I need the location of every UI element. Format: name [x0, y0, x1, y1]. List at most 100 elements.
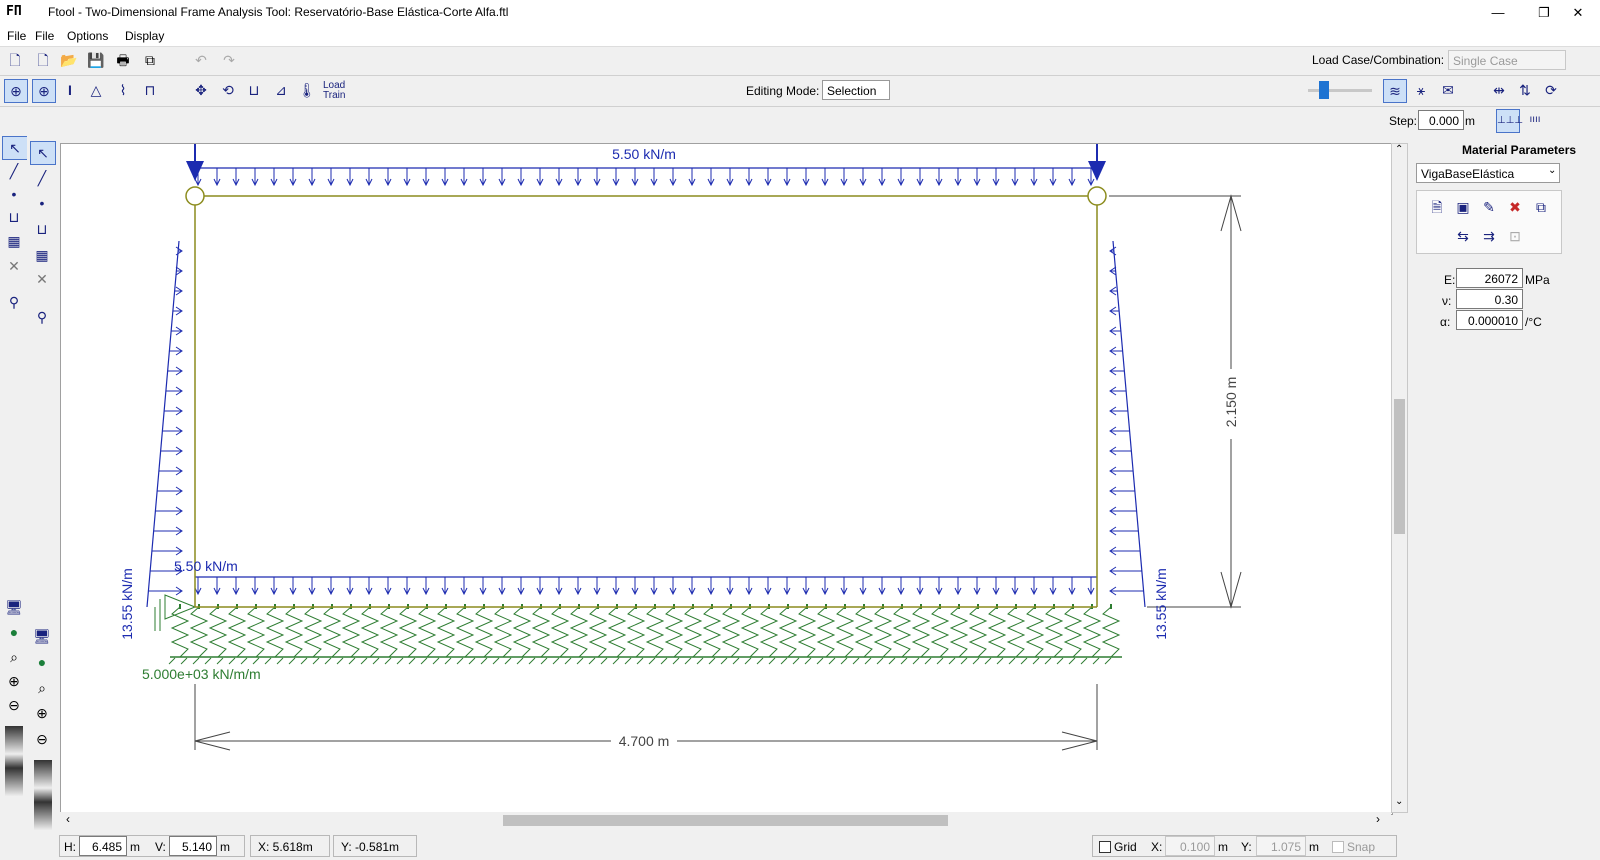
spring-zigzag [588, 606, 608, 658]
slider-thumb[interactable] [1319, 81, 1329, 99]
drawing-canvas[interactable]: 5.50 kN/m 5.50 kN/m 13.55 kN/m 13.55 kN/… [60, 143, 1393, 815]
moment-icon[interactable]: ⟳ [1540, 79, 1562, 101]
horizontal-scroll-thumb[interactable] [503, 815, 948, 826]
reactions-icon[interactable]: ⚹ [1410, 79, 1432, 101]
nu-input[interactable]: 0.30 [1456, 289, 1523, 309]
diagram-icon[interactable]: ≋ [1383, 79, 1407, 103]
uniform-load-icon[interactable]: ⊔ [243, 79, 265, 101]
delete-icon[interactable]: ✕ [2, 255, 26, 277]
redo-icon[interactable]: ↷ [218, 49, 240, 71]
ground-hatch [312, 657, 320, 665]
draw-member-icon[interactable]: ╱ [2, 160, 26, 182]
monitor-icon[interactable]: 🖥 [2, 596, 26, 618]
copy-icon[interactable]: ⧉ [139, 49, 161, 71]
new-document-icon[interactable]: 🗋 [4, 49, 26, 71]
load-case-select[interactable]: Single Case [1448, 50, 1566, 70]
step-ticks-icon[interactable]: ıııı [1524, 109, 1546, 131]
load-train-label[interactable]: Load Train [323, 81, 351, 101]
dimension-icon[interactable]: ⊔ [2, 206, 26, 228]
print-icon[interactable]: 🖶 [112, 49, 134, 71]
select-arrow-icon-2[interactable]: ↖ [30, 141, 56, 165]
envelope-icon[interactable]: ✉ [1437, 79, 1459, 101]
material-apply-icon[interactable]: ⇆ [1451, 225, 1475, 247]
chevron-down-icon[interactable]: ⌄ [1548, 165, 1556, 176]
spring-zigzag [626, 606, 646, 658]
vertical-scroll-thumb[interactable] [1394, 399, 1405, 534]
zoom-in-icon[interactable]: ⊕ [2, 670, 26, 692]
h-input[interactable]: 6.485 [79, 836, 127, 856]
frame-icon[interactable]: ⊓ [139, 79, 161, 101]
material-select[interactable]: VigaBaseElástica [1416, 163, 1560, 183]
material-new-icon[interactable]: 🗎 [1425, 196, 1449, 218]
nodal-load-icon[interactable]: ✥ [190, 79, 212, 101]
material-apply-all-icon[interactable]: ⇉ [1477, 225, 1501, 247]
spring-zigzag [569, 606, 589, 658]
thermal-load-icon[interactable]: 🌡 [296, 79, 318, 101]
save-icon[interactable]: 💾 [85, 49, 107, 71]
shear-icon[interactable]: ⇅ [1514, 79, 1536, 101]
step-input[interactable]: 0.000 [1418, 110, 1464, 130]
vertical-scrollbar[interactable]: ⌃ ⌄ [1391, 143, 1408, 813]
undo-icon[interactable]: ↶ [190, 49, 212, 71]
support-icon[interactable]: △ [85, 79, 107, 101]
dimension-icon-2[interactable]: ⊔ [30, 218, 54, 240]
editing-mode-field[interactable]: Selection [822, 80, 890, 100]
section-icon[interactable]: I [59, 79, 81, 101]
zoom-fit-icon[interactable]: ⊕ [4, 79, 28, 103]
material-copy-icon[interactable]: ⧉ [1529, 196, 1553, 218]
scroll-up-icon[interactable]: ⌃ [1395, 144, 1403, 155]
material-edit-icon[interactable]: ✎ [1477, 196, 1501, 218]
snap-checkbox[interactable] [1332, 841, 1344, 853]
draw-member-icon-2[interactable]: ╱ [30, 167, 54, 189]
zoom-out-icon-2[interactable]: ⊖ [30, 728, 54, 750]
zoom-icon[interactable]: ⌕ [2, 646, 26, 668]
ground-hatch [708, 657, 716, 665]
new-file-icon[interactable]: 🗋 [32, 49, 54, 71]
zoom-window-icon[interactable]: ⊕ [32, 79, 56, 103]
hatch-icon-2[interactable]: ▦ [30, 244, 54, 266]
link-icon-2[interactable]: ⚲ [30, 306, 54, 328]
minimize-button[interactable]: — [1475, 2, 1521, 24]
menu-options[interactable]: Options [67, 29, 108, 43]
material-save-icon[interactable]: ▣ [1451, 196, 1475, 218]
close-button[interactable]: ✕ [1555, 2, 1600, 24]
scroll-left-icon[interactable]: ‹ [66, 812, 70, 826]
hinge-icon[interactable]: ⌇ [112, 79, 134, 101]
select-arrow-icon[interactable]: ↖ [2, 136, 28, 160]
horizontal-scrollbar[interactable]: ‹ › [60, 812, 1391, 829]
grid-y-input[interactable]: 1.075 [1256, 836, 1306, 856]
pan-bar[interactable] [5, 726, 23, 796]
step-grid-icon[interactable]: ⊥⊥⊥ [1496, 109, 1523, 133]
menu-file-system[interactable]: File [7, 29, 26, 43]
monitor-icon-2[interactable]: 🖥 [30, 625, 54, 647]
globe-icon[interactable]: ● [2, 621, 26, 643]
grid-x-input[interactable]: 0.100 [1165, 836, 1215, 856]
draw-node-icon[interactable]: • [2, 183, 26, 205]
material-delete-icon[interactable]: ✖ [1503, 196, 1527, 218]
menu-display[interactable]: Display [125, 29, 164, 43]
scroll-right-icon[interactable]: › [1376, 812, 1380, 826]
delete-icon-2[interactable]: ✕ [30, 268, 54, 290]
material-pick-icon[interactable]: ⊡ [1503, 225, 1527, 247]
draw-node-icon-2[interactable]: • [30, 192, 54, 214]
ground-hatch [384, 657, 392, 665]
zoom-in-icon-2[interactable]: ⊕ [30, 702, 54, 724]
zoom-icon-2[interactable]: ⌕ [30, 677, 54, 699]
scroll-down-icon[interactable]: ⌄ [1395, 796, 1403, 807]
axial-icon[interactable]: ⇹ [1488, 79, 1510, 101]
linear-load-icon[interactable]: ⊿ [270, 79, 292, 101]
moment-load-icon[interactable]: ⟲ [217, 79, 239, 101]
globe-icon-2[interactable]: ● [30, 651, 54, 673]
ground-hatch [684, 657, 692, 665]
menu-file[interactable]: File [35, 29, 54, 43]
hatch-icon[interactable]: ▦ [2, 230, 26, 252]
pan-bar-2[interactable] [34, 760, 52, 830]
spring-zigzag [759, 606, 779, 658]
open-folder-icon[interactable]: 📂 [58, 49, 80, 71]
zoom-out-icon[interactable]: ⊖ [2, 694, 26, 716]
alpha-input[interactable]: 0.000010 [1456, 310, 1523, 330]
link-icon[interactable]: ⚲ [2, 291, 26, 313]
e-input[interactable]: 26072 [1456, 268, 1523, 288]
grid-checkbox[interactable] [1099, 841, 1111, 853]
v-input[interactable]: 5.140 [169, 836, 217, 856]
